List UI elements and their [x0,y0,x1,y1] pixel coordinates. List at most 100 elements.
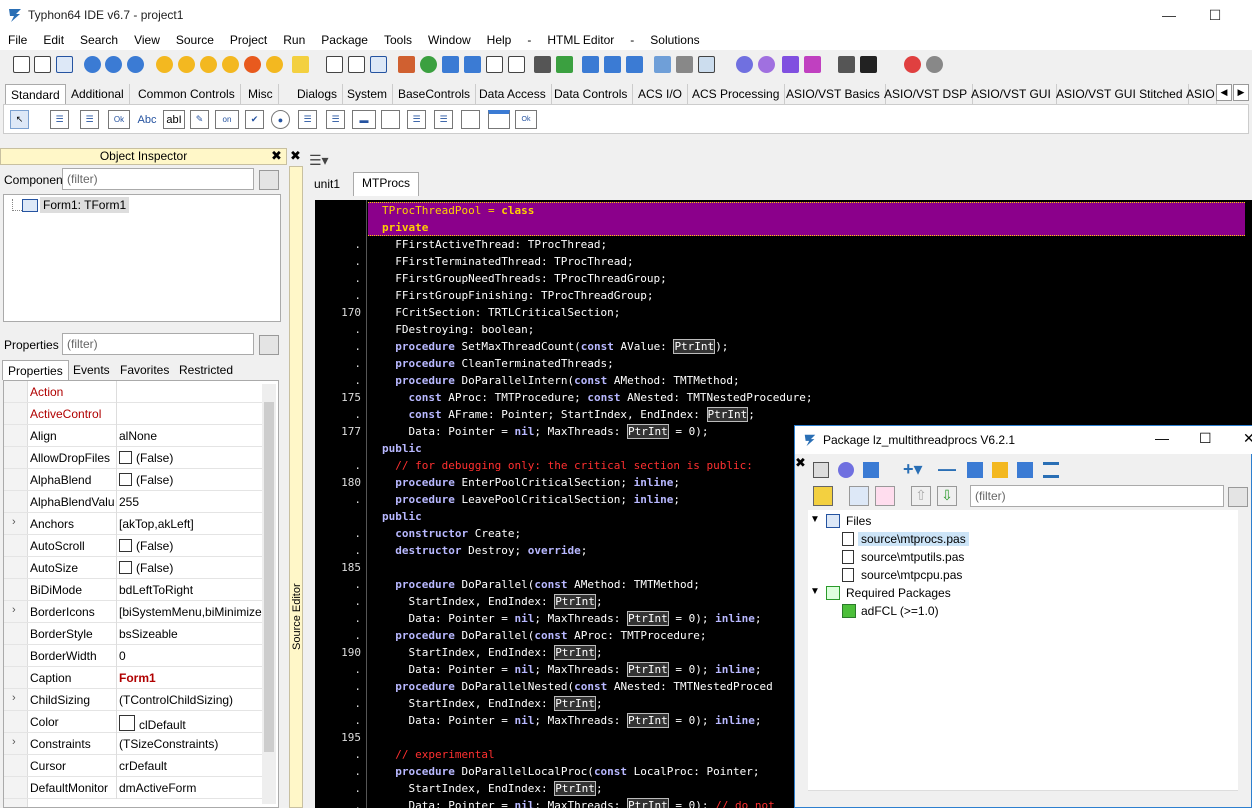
tab-additional[interactable]: Additional [66,84,130,104]
checkbox-icon[interactable] [119,451,132,464]
property-row[interactable]: ActiveControl [4,403,264,425]
checkbox-icon[interactable] [119,561,132,574]
property-scrollbar[interactable] [262,384,276,804]
required-expand-icon[interactable]: ▼ [810,586,820,597]
tab-system[interactable]: System [342,84,393,104]
property-value[interactable]: 255 [119,495,264,509]
menu-search[interactable]: Search [72,33,126,47]
property-row[interactable]: AlphaBlendValu 255 [4,491,264,513]
file-item[interactable]: source\mtputils.pas [861,550,964,564]
tab-basecontrols[interactable]: BaseControls [393,84,476,104]
property-row[interactable]: Caption Form1 [4,667,264,689]
property-value[interactable]: alNone [119,429,264,443]
property-value[interactable]: dmActiveForm [119,781,264,795]
property-row[interactable]: BorderWidth 0 [4,645,264,667]
property-value[interactable]: (False) [119,473,264,487]
open-icon[interactable] [84,56,101,73]
components-filter-input[interactable]: (filter) [62,168,254,190]
compile-icon[interactable] [156,56,173,73]
property-value[interactable]: (TSizeConstraints) [119,737,264,751]
tab-events[interactable]: Events [68,360,115,380]
package-more-icon[interactable] [1017,462,1033,478]
sort-tree-icon[interactable] [849,486,869,506]
new-form-icon[interactable] [34,56,51,73]
code-line[interactable]: procedure EnterPoolCriticalSection; inli… [382,474,680,491]
editor-tab-mtprocs[interactable]: MTProcs [353,172,419,196]
package-close-button[interactable]: ✕ [1243,430,1252,447]
code-line[interactable]: Data: Pointer = nil; MaxThreads: PtrInt … [382,712,762,729]
property-value[interactable]: crDefault [119,759,264,773]
code-line[interactable]: procedure SetMaxThreadCount(const AValue… [382,338,728,355]
property-value[interactable]: (False) [119,451,264,465]
minimize-button[interactable]: — [1146,0,1192,30]
property-row[interactable]: AllowDropFiles (False) [4,447,264,469]
label-icon[interactable]: Abc [136,110,158,129]
clean-icon[interactable] [222,56,239,73]
property-row[interactable]: Cursor crDefault [4,755,264,777]
code-line[interactable]: // for debugging only: the critical sect… [382,457,753,474]
tab-asio[interactable]: ASIO [1181,84,1217,104]
binoculars-icon[interactable] [534,56,551,73]
code-line[interactable]: Data: Pointer = nil; MaxThreads: PtrInt … [382,797,775,808]
tab-data-controls[interactable]: Data Controls [549,84,633,104]
property-value[interactable]: [akTop,akLeft] [119,517,264,531]
memo-icon[interactable]: ✎ [190,110,209,129]
checkgroup-icon[interactable]: ☰ [434,110,453,129]
popupmenu-icon[interactable]: ☰ [80,110,99,129]
files-node[interactable]: Files [846,514,871,528]
tab-dialogs[interactable]: Dialogs [292,84,343,104]
property-row[interactable]: DefaultMonitor dmActiveForm [4,777,264,799]
package-list-icon[interactable] [1043,462,1059,478]
properties-filter-input[interactable]: (filter) [62,333,254,355]
tools-icon[interactable] [676,56,693,73]
tab-acs-processing[interactable]: ACS Processing [687,84,785,104]
property-value[interactable]: [biSystemMenu,biMinimize [119,605,264,619]
color-swatch[interactable] [119,715,135,731]
property-row[interactable]: › BorderIcons [biSystemMenu,biMinimize [4,601,264,623]
required-packages-node[interactable]: Required Packages [846,586,951,600]
components-filter-clear-icon[interactable] [259,170,279,190]
combobox-icon[interactable]: ☰ [326,110,345,129]
build-icon[interactable] [178,56,195,73]
run-params-icon[interactable] [804,56,821,73]
project-add-icon[interactable] [604,56,621,73]
frame-icon[interactable] [488,110,510,129]
required-package-item[interactable]: adFCL (>=1.0) [861,604,939,618]
code-line[interactable]: Data: Pointer = nil; MaxThreads: PtrInt … [382,610,762,627]
mainmenu-icon[interactable]: ☰ [50,110,69,129]
run-project-icon[interactable] [244,56,261,73]
property-row[interactable]: › ChildSizing (TControlChildSizing) [4,689,264,711]
button-icon[interactable]: Ok [108,110,130,129]
code-line[interactable]: procedure DoParallel(const AProc: TMTPro… [382,627,707,644]
editor-close-icon[interactable]: ✖ [290,148,301,164]
code-line[interactable]: FFirstGroupNeedThreads: TProcThreadGroup… [382,270,667,287]
find-icon[interactable] [127,56,144,73]
find-replace-icon[interactable] [556,56,573,73]
code-line[interactable]: StartIndex, EndIndex: PtrInt; [382,780,603,797]
radiogroup-icon[interactable]: ☰ [407,110,426,129]
package-maximize-button[interactable]: ☐ [1199,430,1212,447]
monitor-icon[interactable] [698,56,715,73]
code-line[interactable]: FCritSection: TRTLCriticalSection; [382,304,620,321]
checkbox-icon[interactable] [119,473,132,486]
waves-icon[interactable] [654,56,671,73]
property-value[interactable]: bsSizeable [119,627,264,641]
panel-icon[interactable] [461,110,480,129]
move-up-icon[interactable]: ⇧ [911,486,931,506]
files-expand-icon[interactable]: ▼ [810,514,820,525]
step-over-icon[interactable] [926,56,943,73]
code-line[interactable]: procedure DoParallel(const AMethod: TMTM… [382,576,700,593]
package-compile-icon[interactable] [838,462,854,478]
package-icon[interactable] [266,56,283,73]
expand-chevron-icon[interactable]: › [12,736,16,748]
tabs-scroll-left-icon[interactable]: ◀ [1216,84,1232,101]
toggle-form-icon[interactable] [370,56,387,73]
property-row[interactable]: BorderStyle bsSizeable [4,623,264,645]
inspector-icon[interactable] [442,56,459,73]
property-row[interactable]: Action [4,381,264,403]
code-line[interactable]: FFirstActiveThread: TProcThread; [382,236,607,253]
layout-icon[interactable] [464,56,481,73]
project-icon[interactable] [582,56,599,73]
file-item[interactable]: source\mtprocs.pas [858,532,969,546]
menu-html-editor[interactable]: HTML Editor [539,33,622,47]
